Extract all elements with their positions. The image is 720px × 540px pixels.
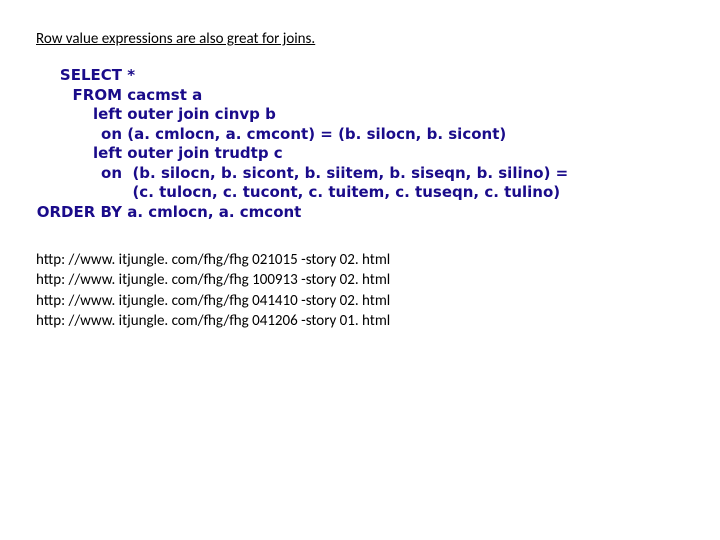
intro-line: Row value expressions are also great for… [36, 30, 684, 48]
kw-order: ORDER BY [36, 203, 122, 223]
link-line: http: //www. itjungle. com/fhg/fhg 04141… [36, 291, 684, 311]
val-on2: (b. silocn, b. sicont, b. siitem, b. sis… [127, 164, 568, 182]
val-select: * [127, 66, 135, 84]
val-from: cacmst a [127, 86, 202, 104]
link-line: http: //www. itjungle. com/fhg/fhg 04120… [36, 311, 684, 331]
val-on1: (a. cmlocn, a. cmcont) = (b. silocn, b. … [127, 125, 506, 143]
val-left2: outer join trudtp c [127, 144, 282, 162]
link-line: http: //www. itjungle. com/fhg/fhg 10091… [36, 270, 684, 290]
val-left1: outer join cinvp b [127, 105, 276, 123]
slide-page: Row value expressions are also great for… [0, 0, 720, 361]
kw-left2: left [36, 144, 122, 164]
kw-on1: on [36, 125, 122, 145]
links-block: http: //www. itjungle. com/fhg/fhg 02101… [36, 250, 684, 331]
kw-left1: left [36, 105, 122, 125]
sql-code-block: SELECT * FROM cacmst a left outer join c… [36, 66, 684, 222]
kw-on2: on [36, 164, 122, 184]
intro-text: Row value expressions are also great for… [36, 30, 315, 48]
val-on2b: (c. tulocn, c. tucont, c. tuitem, c. tus… [127, 183, 560, 201]
kw-select: SELECT [36, 66, 122, 86]
link-line: http: //www. itjungle. com/fhg/fhg 02101… [36, 250, 684, 270]
val-order: a. cmlocn, a. cmcont [127, 203, 301, 221]
kw-from: FROM [36, 86, 122, 106]
